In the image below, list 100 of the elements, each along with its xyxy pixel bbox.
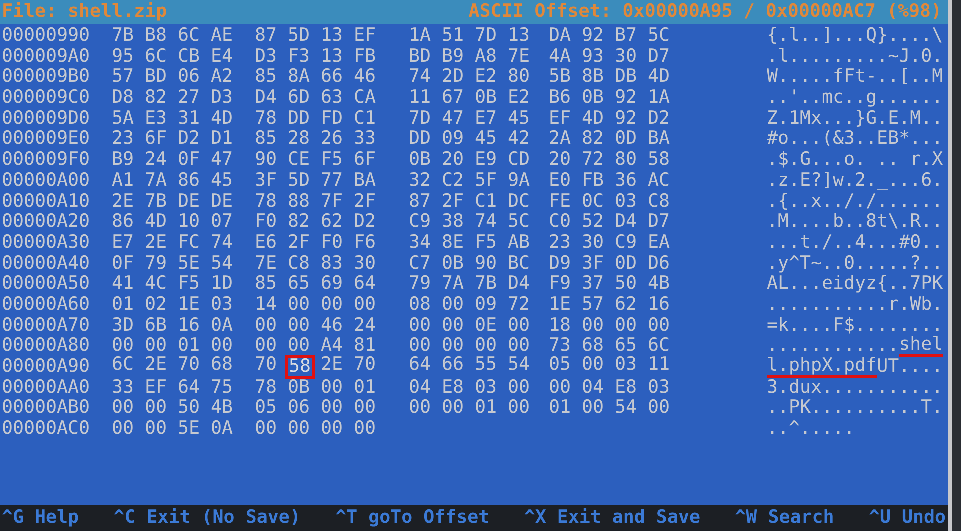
hex-byte[interactable]: 00	[288, 316, 321, 336]
hex-byte[interactable]: 2E	[145, 232, 178, 254]
hex-byte[interactable]: 03	[475, 378, 508, 398]
hex-byte[interactable]: 14	[255, 294, 288, 316]
hex-byte[interactable]: 63	[321, 88, 354, 109]
hex-byte[interactable]: 3F	[582, 254, 615, 274]
hex-byte[interactable]: 46	[354, 67, 387, 88]
hex-byte[interactable]: 0B	[409, 150, 442, 171]
hex-byte[interactable]: 0B	[442, 254, 475, 274]
hex-byte[interactable]: 26	[321, 129, 354, 150]
hex-byte[interactable]: 33	[354, 129, 387, 150]
hex-byte[interactable]: 00	[321, 378, 354, 398]
hex-byte[interactable]: C0	[549, 212, 582, 233]
hex-byte[interactable]: 86	[112, 212, 145, 233]
hex-byte[interactable]: 01	[475, 398, 508, 420]
hex-byte[interactable]: 68	[211, 355, 244, 380]
hex-byte[interactable]: 64	[354, 274, 387, 295]
hex-byte[interactable]: 70	[255, 355, 288, 380]
hex-byte[interactable]: 00	[354, 398, 387, 420]
hex-byte[interactable]: 90	[475, 254, 508, 274]
hex-byte[interactable]: 00	[321, 294, 354, 316]
hex-byte[interactable]: 5D	[288, 170, 321, 192]
hex-byte[interactable]: 6C	[145, 46, 178, 68]
hex-byte[interactable]: 73	[549, 336, 582, 358]
hex-byte[interactable]: F5	[321, 150, 354, 171]
hex-byte[interactable]: 95	[112, 46, 145, 68]
hex-byte[interactable]: 5B	[549, 67, 582, 88]
hex-byte[interactable]: 24	[145, 150, 178, 171]
hex-byte[interactable]: 7F	[321, 192, 354, 212]
hex-byte[interactable]: C9	[615, 232, 648, 254]
hex-byte[interactable]: D7	[648, 212, 681, 233]
hex-byte[interactable]: CA	[354, 88, 387, 109]
hex-byte[interactable]: D9	[549, 254, 582, 274]
hex-byte[interactable]: 85	[255, 67, 288, 88]
hex-byte[interactable]: 00	[112, 398, 145, 420]
hex-byte[interactable]: 00	[582, 398, 615, 420]
hex-byte[interactable]: E7	[112, 232, 145, 254]
hex-byte[interactable]: EF	[549, 108, 582, 130]
hex-byte[interactable]: 7A	[145, 170, 178, 192]
hex-byte[interactable]: 88	[288, 192, 321, 212]
hex-byte[interactable]: 7E	[255, 254, 288, 274]
hex-byte[interactable]: 30	[615, 46, 648, 68]
hex-byte[interactable]: 5F	[475, 170, 508, 192]
hex-byte[interactable]: 78	[255, 192, 288, 212]
hex-byte[interactable]: CE	[288, 150, 321, 171]
hex-byte[interactable]: 6F	[354, 150, 387, 171]
hex-byte[interactable]: 57	[112, 67, 145, 88]
hex-byte[interactable]: 37	[582, 274, 615, 295]
hex-byte[interactable]: 00	[508, 378, 541, 398]
hex-byte[interactable]: 7D	[409, 108, 442, 130]
hex-byte[interactable]: A2	[211, 67, 244, 88]
hex-byte[interactable]: 2E	[145, 355, 178, 380]
hex-byte[interactable]: 2E	[321, 355, 354, 380]
hex-byte[interactable]: 72	[508, 294, 541, 316]
hex-byte[interactable]: 05	[549, 355, 582, 380]
hex-byte[interactable]: C7	[409, 254, 442, 274]
hex-byte[interactable]: 2F	[288, 232, 321, 254]
hex-byte[interactable]: 55	[475, 355, 508, 380]
hex-byte[interactable]: 0B	[582, 88, 615, 109]
hex-byte[interactable]: C8	[288, 254, 321, 274]
hex-byte[interactable]: 54	[211, 254, 244, 274]
hex-byte[interactable]: D6	[648, 254, 681, 274]
hex-byte[interactable]: 05	[255, 398, 288, 420]
hex-byte[interactable]: 00	[409, 398, 442, 420]
hex-byte[interactable]: 81	[354, 336, 387, 358]
hex-byte[interactable]: 66	[321, 67, 354, 88]
hex-byte[interactable]: 4D	[648, 67, 681, 88]
hex-byte[interactable]: 00	[354, 294, 387, 316]
hex-byte[interactable]: D4	[508, 274, 541, 295]
hex-byte[interactable]: 92	[582, 26, 615, 47]
hex-byte[interactable]: 82	[582, 129, 615, 150]
hex-byte[interactable]: 82	[288, 212, 321, 233]
hex-byte[interactable]: 00	[145, 336, 178, 358]
hex-byte[interactable]: FB	[354, 46, 387, 68]
hex-byte[interactable]: 01	[549, 398, 582, 420]
hex-byte[interactable]: 58	[648, 150, 681, 171]
hex-byte[interactable]: 87	[255, 26, 288, 47]
hex-byte[interactable]: 46	[321, 316, 354, 336]
hex-byte[interactable]: E2	[508, 88, 541, 109]
hex-byte[interactable]: 2F	[354, 192, 387, 212]
hex-byte[interactable]: 9A	[508, 170, 541, 192]
hex-byte[interactable]: 27	[178, 88, 211, 109]
hex-byte[interactable]: 50	[178, 398, 211, 420]
hex-byte[interactable]: 0A	[211, 419, 244, 440]
hex-byte[interactable]: 74	[409, 67, 442, 88]
hex-byte[interactable]: 0F	[112, 254, 145, 274]
hex-byte[interactable]: BC	[508, 254, 541, 274]
hex-byte[interactable]: 78	[255, 108, 288, 130]
hex-byte[interactable]: 4B	[211, 398, 244, 420]
hex-byte[interactable]: 00	[321, 398, 354, 420]
hex-byte[interactable]: 00	[145, 398, 178, 420]
hex-byte[interactable]: 2A	[549, 129, 582, 150]
hex-byte[interactable]: 00	[442, 316, 475, 336]
hex-byte[interactable]: F5	[178, 274, 211, 295]
hex-byte[interactable]: 02	[145, 294, 178, 316]
hex-byte[interactable]: 92	[615, 108, 648, 130]
hex-byte[interactable]: D2	[354, 212, 387, 233]
hex-byte[interactable]: D8	[112, 88, 145, 109]
hex-byte[interactable]: 23	[549, 232, 582, 254]
hex-byte[interactable]: 06	[288, 398, 321, 420]
